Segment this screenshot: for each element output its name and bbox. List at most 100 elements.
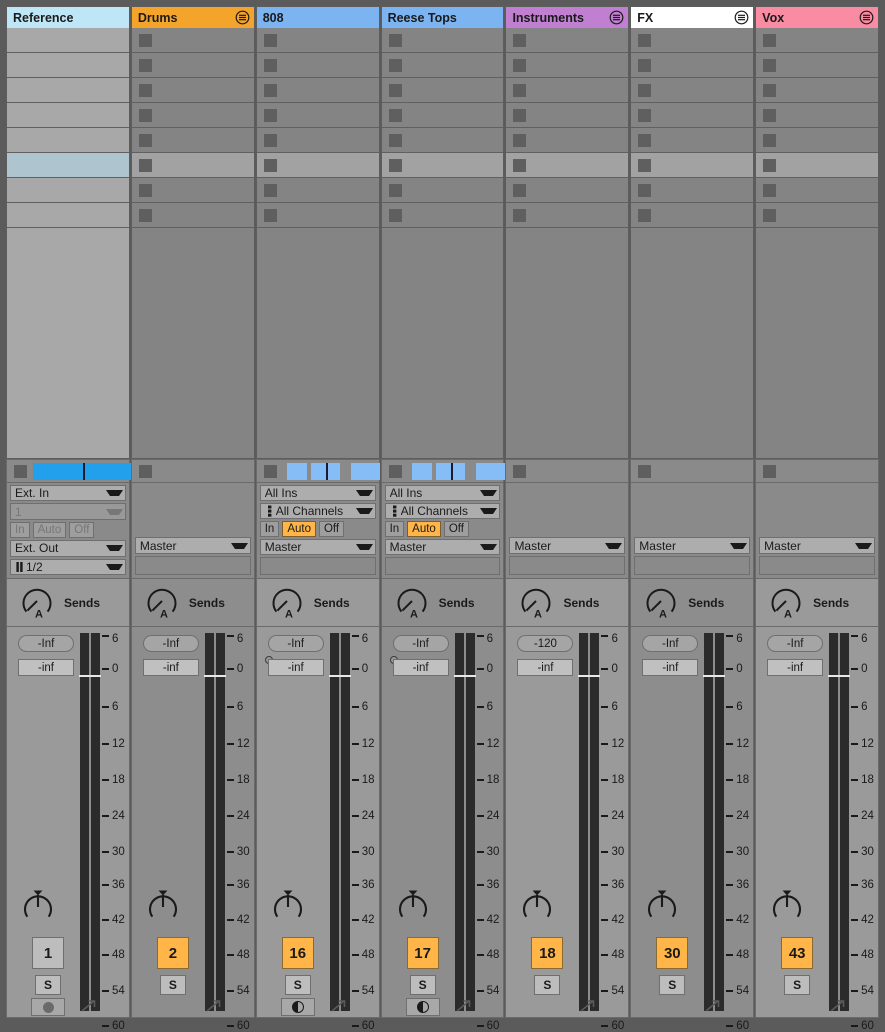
clip-launch-button[interactable]	[263, 158, 277, 172]
track-title-bar[interactable]: FX	[630, 6, 755, 28]
monitor-in-button[interactable]: In	[384, 521, 405, 538]
empty-slot-area[interactable]	[380, 228, 505, 459]
clip-slot[interactable]	[256, 78, 379, 103]
stop-clips-button[interactable]	[263, 464, 277, 478]
meter-reset-arrow-icon[interactable]	[705, 999, 721, 1015]
track-activator-button[interactable]: 43	[781, 937, 814, 969]
clip-slot[interactable]	[631, 203, 754, 228]
clip-launch-button[interactable]	[138, 33, 152, 47]
arm-record-button[interactable]	[280, 998, 315, 1016]
monitor-in-button[interactable]: In	[10, 521, 30, 539]
volume-value-display[interactable]: -inf	[142, 659, 199, 676]
clip-launch-button[interactable]	[388, 33, 402, 47]
clip-slot[interactable]	[131, 153, 254, 178]
output-type-chooser[interactable]: Ext. Out	[10, 540, 126, 557]
output-type-chooser[interactable]: Master	[634, 537, 751, 554]
empty-slot-area[interactable]	[6, 228, 130, 459]
clip-launch-button[interactable]	[138, 108, 152, 122]
meter-reset-arrow-icon[interactable]	[456, 999, 472, 1015]
send-a-knob[interactable]: A	[19, 583, 55, 622]
clip-slot[interactable]	[631, 178, 754, 203]
clip-slot[interactable]	[381, 28, 504, 53]
clip-launch-button[interactable]	[138, 133, 152, 147]
input-type-chooser[interactable]: Ext. In	[10, 484, 126, 502]
output-channel-chooser[interactable]	[759, 556, 876, 575]
clip-launch-button[interactable]	[763, 58, 777, 72]
clip-slot[interactable]	[256, 153, 379, 178]
output-channel-chooser[interactable]	[134, 556, 251, 575]
output-type-chooser[interactable]: Master	[259, 539, 376, 556]
clip-launch-button[interactable]	[763, 83, 777, 97]
clip-slot[interactable]	[256, 178, 379, 203]
volume-fader-handle[interactable]	[203, 675, 226, 677]
clip-launch-button[interactable]	[763, 208, 777, 222]
clip-slot[interactable]	[381, 178, 504, 203]
clip-slot[interactable]	[381, 78, 504, 103]
volume-value-display[interactable]: -inf	[642, 659, 699, 676]
clip-slot[interactable]	[631, 103, 754, 128]
monitor-auto-button[interactable]: Auto	[282, 521, 316, 538]
track-name[interactable]: Reese Tops	[388, 11, 500, 25]
clip-slot[interactable]	[756, 128, 879, 153]
pan-knob[interactable]	[271, 890, 305, 927]
clip-slot[interactable]	[381, 103, 504, 128]
send-a-knob[interactable]: A	[768, 583, 804, 622]
pan-knob[interactable]	[520, 890, 554, 927]
clip-slot[interactable]	[631, 78, 754, 103]
clip-slot[interactable]	[256, 128, 379, 153]
solo-button[interactable]: S	[159, 975, 186, 995]
volume-value-display[interactable]: -inf	[767, 659, 824, 676]
volume-value-display[interactable]: -inf	[18, 659, 74, 676]
clip-launch-button[interactable]	[263, 133, 277, 147]
clip-launch-button[interactable]	[138, 83, 152, 97]
clip-slot[interactable]	[7, 78, 129, 103]
clip-slot[interactable]	[506, 53, 629, 78]
track-name[interactable]: Vox	[762, 11, 859, 25]
clip-launch-button[interactable]	[513, 208, 527, 222]
track-activator-button[interactable]: 30	[656, 937, 689, 969]
track-title-bar[interactable]: Drums	[130, 6, 255, 28]
track-name[interactable]: 808	[263, 11, 375, 25]
clip-launch-button[interactable]	[388, 108, 402, 122]
pan-knob[interactable]	[770, 890, 804, 927]
clip-slot[interactable]	[756, 153, 879, 178]
track-title-bar[interactable]: Vox	[755, 6, 880, 28]
clip-launch-button[interactable]	[263, 183, 277, 197]
clip-slot[interactable]	[7, 178, 129, 203]
volume-value-display[interactable]: -inf	[267, 659, 324, 676]
meter-reset-arrow-icon[interactable]	[830, 999, 846, 1015]
clip-launch-button[interactable]	[513, 158, 527, 172]
clip-slot[interactable]	[131, 203, 254, 228]
peak-level-display[interactable]: -120	[517, 635, 574, 652]
stop-clips-button[interactable]	[138, 464, 152, 478]
send-a-knob[interactable]: A	[269, 583, 305, 622]
clip-launch-button[interactable]	[263, 108, 277, 122]
output-channel-chooser[interactable]	[259, 557, 376, 575]
list-icon[interactable]	[734, 10, 749, 25]
list-icon[interactable]	[859, 10, 874, 25]
solo-button[interactable]: S	[284, 975, 311, 995]
clip-slot[interactable]	[506, 203, 629, 228]
clip-launch-button[interactable]	[138, 158, 152, 172]
clip-slot[interactable]	[506, 153, 629, 178]
empty-slot-area[interactable]	[255, 228, 380, 459]
clip-launch-button[interactable]	[388, 133, 402, 147]
clip-launch-button[interactable]	[638, 208, 652, 222]
clip-slot[interactable]	[256, 203, 379, 228]
clip-slot[interactable]	[756, 103, 879, 128]
clip-launch-button[interactable]	[638, 158, 652, 172]
peak-level-display[interactable]: -Inf	[767, 635, 824, 652]
clip-slot[interactable]	[256, 103, 379, 128]
meter-reset-arrow-icon[interactable]	[580, 999, 596, 1015]
monitor-off-button[interactable]: Off	[318, 521, 345, 538]
output-channel-chooser[interactable]	[634, 556, 751, 575]
clip-slot[interactable]	[381, 203, 504, 228]
monitor-in-button[interactable]: In	[259, 521, 280, 538]
track-activator-button[interactable]: 17	[406, 937, 439, 969]
clip-slot[interactable]	[631, 28, 754, 53]
clip-slot[interactable]	[381, 128, 504, 153]
clip-launch-button[interactable]	[263, 83, 277, 97]
clip-slot[interactable]	[506, 178, 629, 203]
clip-launch-button[interactable]	[513, 133, 527, 147]
clip-slot[interactable]	[131, 53, 254, 78]
